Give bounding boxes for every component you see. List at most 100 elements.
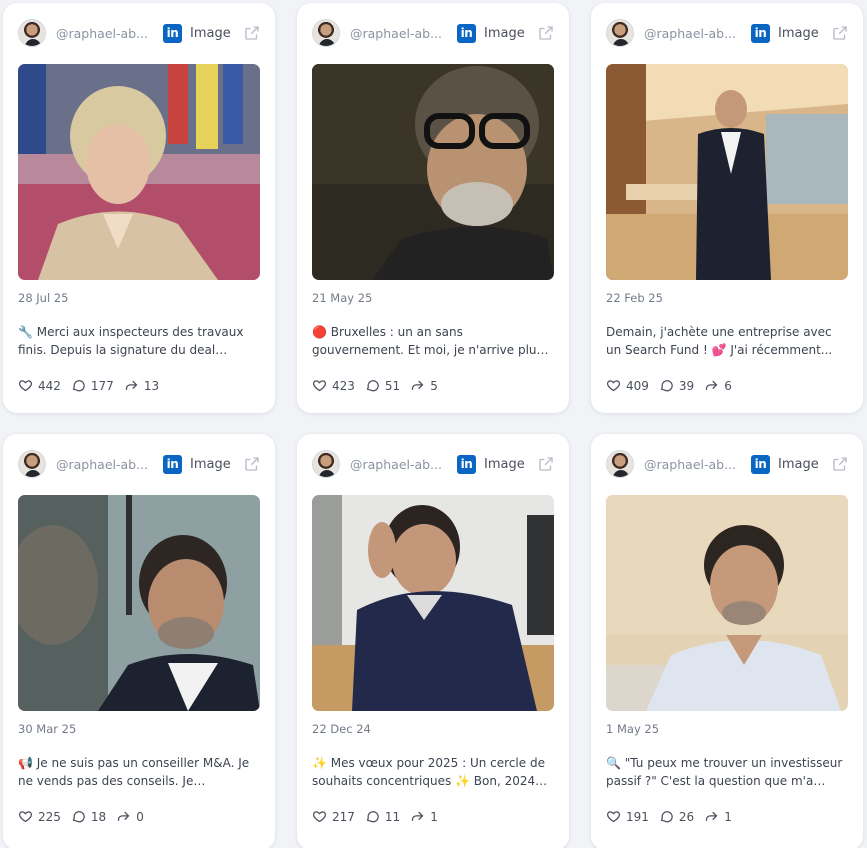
post-date: 22 Feb 25 bbox=[606, 291, 663, 305]
post-image[interactable] bbox=[312, 64, 554, 280]
card-header: @raphael-ab... in Image bbox=[606, 18, 849, 48]
author-handle[interactable]: @raphael-ab... bbox=[56, 457, 153, 472]
shares-stat: 1 bbox=[704, 809, 732, 824]
likes-stat: 423 bbox=[312, 378, 355, 393]
post-date: 30 Mar 25 bbox=[18, 722, 77, 736]
share-icon bbox=[706, 811, 718, 821]
likes-count: 191 bbox=[626, 809, 649, 824]
post-image[interactable] bbox=[18, 495, 260, 711]
post-type-label: Image bbox=[778, 25, 819, 41]
comments-count: 39 bbox=[678, 378, 695, 393]
avatar bbox=[312, 19, 340, 47]
post-card[interactable]: @raphael-ab... in Image 30 Mar 25 📢 Je n… bbox=[3, 434, 275, 848]
external-link-icon[interactable] bbox=[831, 24, 849, 42]
share-icon bbox=[412, 380, 424, 390]
external-link-icon[interactable] bbox=[537, 455, 555, 473]
heart-icon bbox=[312, 811, 327, 823]
post-date: 22 Dec 24 bbox=[312, 722, 371, 736]
comments-count: 18 bbox=[90, 809, 107, 824]
post-image[interactable] bbox=[606, 64, 848, 280]
shares-count: 1 bbox=[430, 809, 438, 824]
post-stats: 442 177 13 bbox=[18, 378, 169, 393]
comments-stat: 177 bbox=[71, 378, 114, 393]
shares-stat: 1 bbox=[410, 809, 438, 824]
author-handle[interactable]: @raphael-ab... bbox=[350, 457, 447, 472]
comment-icon bbox=[72, 811, 85, 823]
likes-count: 409 bbox=[626, 378, 649, 393]
heart-icon bbox=[18, 811, 33, 823]
post-type-label: Image bbox=[484, 25, 525, 41]
comment-icon bbox=[366, 811, 379, 823]
post-text: ✨ Mes vœux pour 2025 : Un cercle de souh… bbox=[312, 756, 545, 788]
post-card[interactable]: @raphael-ab... in Image 1 May 25 🔍 "Tu p… bbox=[591, 434, 863, 848]
posts-grid: @raphael-ab... in Image 28 Jul 25 🔧 Merc… bbox=[3, 3, 863, 848]
likes-count: 217 bbox=[332, 809, 355, 824]
post-image[interactable] bbox=[18, 64, 260, 280]
comments-count: 51 bbox=[384, 378, 401, 393]
external-link-icon[interactable] bbox=[243, 455, 261, 473]
heart-icon bbox=[606, 811, 621, 823]
share-icon bbox=[118, 811, 130, 821]
comments-stat: 18 bbox=[71, 809, 106, 824]
share-icon bbox=[706, 380, 718, 390]
linkedin-icon: in bbox=[163, 23, 182, 43]
post-text: 🔧 Merci aux inspecteurs des travaux fini… bbox=[18, 325, 244, 357]
author-handle[interactable]: @raphael-ab... bbox=[56, 26, 153, 41]
avatar bbox=[312, 450, 340, 478]
post-date: 21 May 25 bbox=[312, 291, 373, 305]
author-handle[interactable]: @raphael-ab... bbox=[644, 457, 741, 472]
card-header: @raphael-ab... in Image bbox=[606, 449, 849, 479]
author-handle[interactable]: @raphael-ab... bbox=[350, 26, 447, 41]
share-icon bbox=[125, 380, 138, 390]
post-stats: 409 39 6 bbox=[606, 378, 742, 393]
card-header: @raphael-ab... in Image bbox=[312, 449, 555, 479]
post-image[interactable] bbox=[606, 495, 848, 711]
post-stats: 225 18 0 bbox=[18, 809, 154, 824]
avatar bbox=[606, 19, 634, 47]
post-type-label: Image bbox=[190, 25, 231, 41]
post-card[interactable]: @raphael-ab... in Image 28 Jul 25 🔧 Merc… bbox=[3, 3, 275, 413]
heart-icon bbox=[312, 380, 327, 392]
post-image[interactable] bbox=[312, 495, 554, 711]
post-type-label: Image bbox=[484, 456, 525, 472]
shares-count: 6 bbox=[724, 378, 732, 393]
heart-icon bbox=[18, 380, 33, 392]
external-link-icon[interactable] bbox=[243, 24, 261, 42]
likes-stat: 409 bbox=[606, 378, 649, 393]
post-text: 🔍 "Tu peux me trouver un investisseur pa… bbox=[606, 756, 843, 788]
post-card[interactable]: @raphael-ab... in Image 22 Feb 25 Demain… bbox=[591, 3, 863, 413]
likes-count: 225 bbox=[38, 809, 61, 824]
likes-count: 423 bbox=[332, 378, 355, 393]
comments-count: 177 bbox=[90, 378, 114, 393]
likes-stat: 191 bbox=[606, 809, 649, 824]
post-type-label: Image bbox=[778, 456, 819, 472]
external-link-icon[interactable] bbox=[831, 455, 849, 473]
comments-stat: 51 bbox=[365, 378, 400, 393]
shares-count: 0 bbox=[136, 809, 144, 824]
comments-stat: 26 bbox=[659, 809, 694, 824]
post-date: 28 Jul 25 bbox=[18, 291, 69, 305]
post-card[interactable]: @raphael-ab... in Image 22 Dec 24 ✨ Mes … bbox=[297, 434, 569, 848]
shares-count: 5 bbox=[430, 378, 438, 393]
external-link-icon[interactable] bbox=[537, 24, 555, 42]
linkedin-icon: in bbox=[457, 454, 476, 474]
avatar bbox=[18, 450, 46, 478]
post-stats: 217 11 1 bbox=[312, 809, 448, 824]
card-header: @raphael-ab... in Image bbox=[18, 18, 261, 48]
post-card[interactable]: @raphael-ab... in Image 21 May 25 🔴 Brux… bbox=[297, 3, 569, 413]
author-handle[interactable]: @raphael-ab... bbox=[644, 26, 741, 41]
comments-stat: 11 bbox=[365, 809, 400, 824]
linkedin-icon: in bbox=[163, 454, 182, 474]
shares-count: 13 bbox=[143, 378, 160, 393]
card-header: @raphael-ab... in Image bbox=[312, 18, 555, 48]
comment-icon bbox=[72, 380, 85, 392]
comment-icon bbox=[660, 811, 673, 823]
post-stats: 423 51 5 bbox=[312, 378, 448, 393]
shares-stat: 13 bbox=[124, 378, 159, 393]
linkedin-icon: in bbox=[457, 23, 476, 43]
shares-stat: 6 bbox=[704, 378, 732, 393]
likes-stat: 225 bbox=[18, 809, 61, 824]
avatar bbox=[606, 450, 634, 478]
comments-stat: 39 bbox=[659, 378, 694, 393]
post-text: 📢 Je ne suis pas un conseiller M&A. Je n… bbox=[18, 756, 250, 788]
